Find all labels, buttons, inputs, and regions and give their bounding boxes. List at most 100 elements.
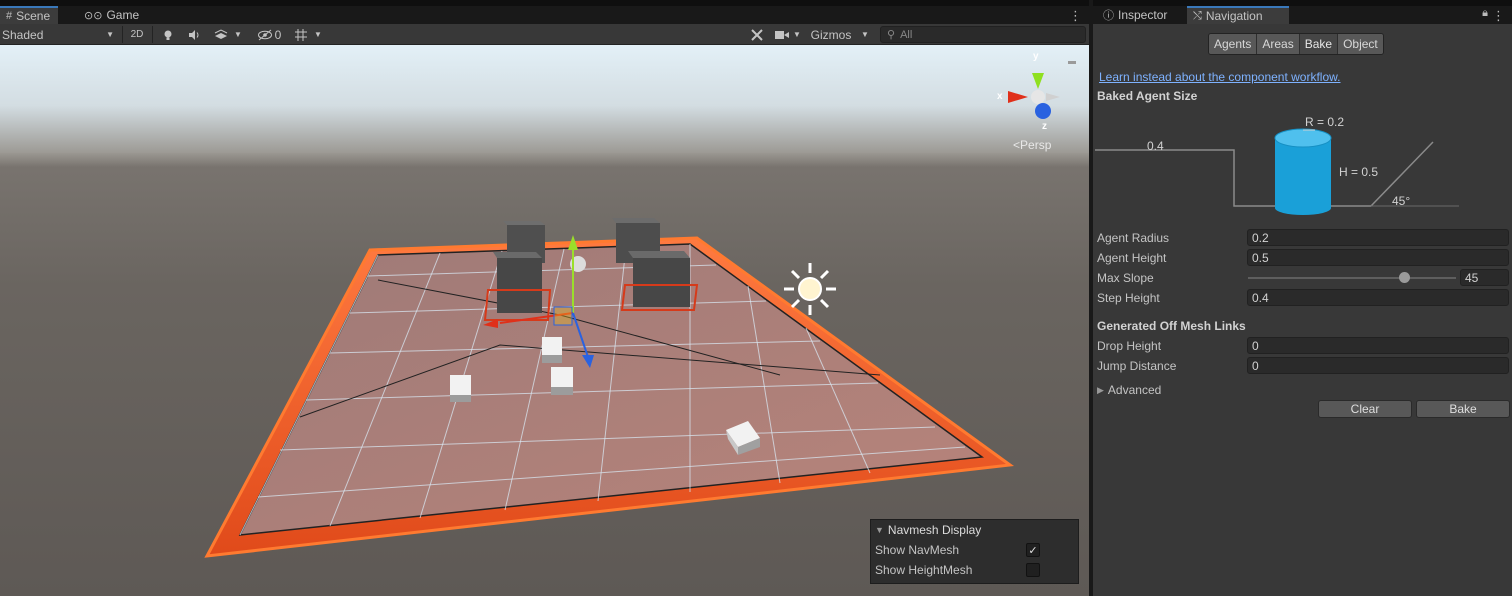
tab-scene-label: Scene xyxy=(16,9,51,23)
show-heightmesh-label: Show HeightMesh xyxy=(875,563,973,577)
obstacle-cube[interactable] xyxy=(620,251,699,311)
info-icon: ⓘ xyxy=(1103,10,1114,22)
baked-agent-size-header: Baked Agent Size xyxy=(1097,89,1198,103)
gamepad-icon: ⊙⊙ xyxy=(84,9,103,22)
tab-game-label: Game xyxy=(106,8,140,22)
gizmo-lock-icon[interactable] xyxy=(1068,61,1076,64)
step-height-label: Step Height xyxy=(1097,291,1160,305)
orientation-gizmo[interactable] xyxy=(1008,73,1060,119)
effects-dropdown[interactable]: ▼ xyxy=(208,25,248,44)
drop-height-field[interactable]: 0 xyxy=(1247,337,1509,354)
tab-inspector-label: Inspector xyxy=(1118,8,1168,22)
tools-icon[interactable] xyxy=(746,25,768,44)
agent-size-diagram xyxy=(1095,128,1459,215)
agent-cylinder xyxy=(1274,128,1332,215)
agent-height-field[interactable]: 0.5 xyxy=(1247,249,1509,266)
drop-height-label: Drop Height xyxy=(1097,339,1162,353)
max-slope-label: Max Slope xyxy=(1097,271,1154,285)
tab-navigation-label: Navigation xyxy=(1205,9,1263,23)
tab-game[interactable]: ⊙⊙ Game xyxy=(78,6,147,24)
jump-distance-field[interactable]: 0 xyxy=(1247,357,1509,374)
radius-diagram-label: R = 0.2 xyxy=(1305,115,1345,129)
grid-snapping-dropdown[interactable]: ▼ xyxy=(288,25,328,44)
chevron-down-icon: ▼ xyxy=(793,30,801,39)
overlay-header[interactable]: ▼ Navmesh Display xyxy=(871,520,1078,540)
scene-toolbar: Shaded ▼ 2D ▼ 0 ▼ ▼ Gizmos ▼ ⚲ All xyxy=(0,24,1089,45)
toggle-2d-button[interactable]: 2D xyxy=(126,25,148,44)
tab-scene[interactable]: # Scene xyxy=(0,6,59,24)
show-heightmesh-row: Show HeightMesh xyxy=(871,560,1078,580)
shading-mode-label: Shaded xyxy=(2,27,44,42)
chevron-down-icon: ▼ xyxy=(234,30,242,39)
lighting-toggle-icon[interactable] xyxy=(158,25,178,44)
hidden-eye-icon xyxy=(257,29,272,40)
navmesh-plane[interactable] xyxy=(204,236,1015,558)
show-heightmesh-checkbox[interactable] xyxy=(1026,563,1040,577)
max-slope-field[interactable]: 45 xyxy=(1460,269,1509,286)
grid-icon: # xyxy=(6,10,13,22)
projection-label: Persp xyxy=(1020,138,1052,152)
projection-toggle[interactable]: <Persp xyxy=(1013,138,1051,152)
navigation-icon: ⤭ xyxy=(1193,9,1202,22)
overlay-title: Navmesh Display xyxy=(887,523,982,537)
max-slope-slider[interactable] xyxy=(1248,277,1456,279)
search-placeholder: All xyxy=(900,28,913,41)
search-icon: ⚲ xyxy=(887,29,896,41)
scene-tabbar: # Scene ⊙⊙ Game ⋮ xyxy=(0,0,1089,24)
gizmos-button[interactable]: Gizmos xyxy=(806,25,856,44)
navmesh-display-overlay: ▼ Navmesh Display Show NavMesh ✓ Show He… xyxy=(870,519,1079,584)
height-diagram-label: H = 0.5 xyxy=(1339,165,1379,179)
bake-button[interactable]: Bake xyxy=(1416,400,1510,418)
max-slope-slider-handle[interactable] xyxy=(1399,272,1410,283)
chevron-down-icon: ▼ xyxy=(861,30,869,39)
white-cube[interactable] xyxy=(542,337,562,363)
scene-viewport[interactable]: y x z <Persp ▼ Navmesh Display Show NavM… xyxy=(0,45,1089,596)
grid-icon xyxy=(295,28,308,41)
scene-render xyxy=(204,61,1076,558)
scene-visibility-toggle[interactable]: 0 xyxy=(252,25,286,44)
chevron-down-icon: ▼ xyxy=(314,30,322,39)
triangle-right-icon: ▶ xyxy=(1097,384,1104,395)
shading-mode-dropdown[interactable]: Shaded ▼ xyxy=(2,25,118,44)
agent-height-label: Agent Height xyxy=(1097,251,1167,265)
off-mesh-links-header: Generated Off Mesh Links xyxy=(1097,319,1246,333)
navigation-panel: ⓘ Inspector ⤭ Navigation 🔒︎ ⋮ Agents Are… xyxy=(1091,0,1512,596)
advanced-label: Advanced xyxy=(1107,383,1162,397)
camera-icon xyxy=(775,30,790,39)
agent-radius-label: Agent Radius xyxy=(1097,231,1170,245)
show-navmesh-checkbox[interactable]: ✓ xyxy=(1026,543,1040,557)
scene-more-options-icon[interactable]: ⋮ xyxy=(1069,8,1082,24)
advanced-foldout[interactable]: ▶ Advanced xyxy=(1097,381,1161,399)
tab-inspector[interactable]: ⓘ Inspector xyxy=(1095,6,1175,24)
step-height-diagram-label: 0.4 xyxy=(1147,139,1164,153)
lock-icon[interactable]: 🔒︎ xyxy=(1482,7,1488,20)
subtab-object[interactable]: Object xyxy=(1338,34,1383,54)
layers-icon xyxy=(214,28,228,39)
subtab-bake[interactable]: Bake xyxy=(1299,34,1339,54)
axis-z-label: z xyxy=(1042,121,1047,132)
slope-diagram-label: 45° xyxy=(1392,194,1411,208)
navigation-subtabs: Agents Areas Bake Object xyxy=(1208,33,1384,55)
white-cube[interactable] xyxy=(450,375,471,402)
gizmos-dropdown-toggle[interactable]: ▼ xyxy=(856,25,874,44)
toolbar-divider xyxy=(152,26,153,43)
chevron-left-icon: < xyxy=(1013,138,1021,152)
camera-settings-dropdown[interactable]: ▼ xyxy=(772,25,804,44)
triangle-down-icon: ▼ xyxy=(875,525,884,535)
audio-toggle-icon[interactable] xyxy=(184,25,204,44)
chevron-down-icon: ▼ xyxy=(106,30,114,39)
step-height-field[interactable]: 0.4 xyxy=(1247,289,1509,306)
tab-navigation[interactable]: ⤭ Navigation xyxy=(1187,6,1289,24)
axis-x-label: x xyxy=(997,91,1003,102)
subtab-agents[interactable]: Agents xyxy=(1209,34,1258,54)
show-navmesh-row: Show NavMesh ✓ xyxy=(871,540,1078,560)
white-cube[interactable] xyxy=(551,367,573,395)
clear-button[interactable]: Clear xyxy=(1318,400,1412,418)
panel-more-options-icon[interactable]: ⋮ xyxy=(1492,8,1505,24)
subtab-areas[interactable]: Areas xyxy=(1257,34,1300,54)
scene-view-panel: # Scene ⊙⊙ Game ⋮ Shaded ▼ 2D ▼ 0 ▼ ▼ Gi… xyxy=(0,0,1089,596)
workflow-link[interactable]: Learn instead about the component workfl… xyxy=(1099,70,1341,84)
agent-radius-field[interactable]: 0.2 xyxy=(1247,229,1509,246)
scene-search-input[interactable]: ⚲ All xyxy=(880,26,1086,43)
right-tabbar: ⓘ Inspector ⤭ Navigation 🔒︎ ⋮ xyxy=(1093,0,1512,24)
